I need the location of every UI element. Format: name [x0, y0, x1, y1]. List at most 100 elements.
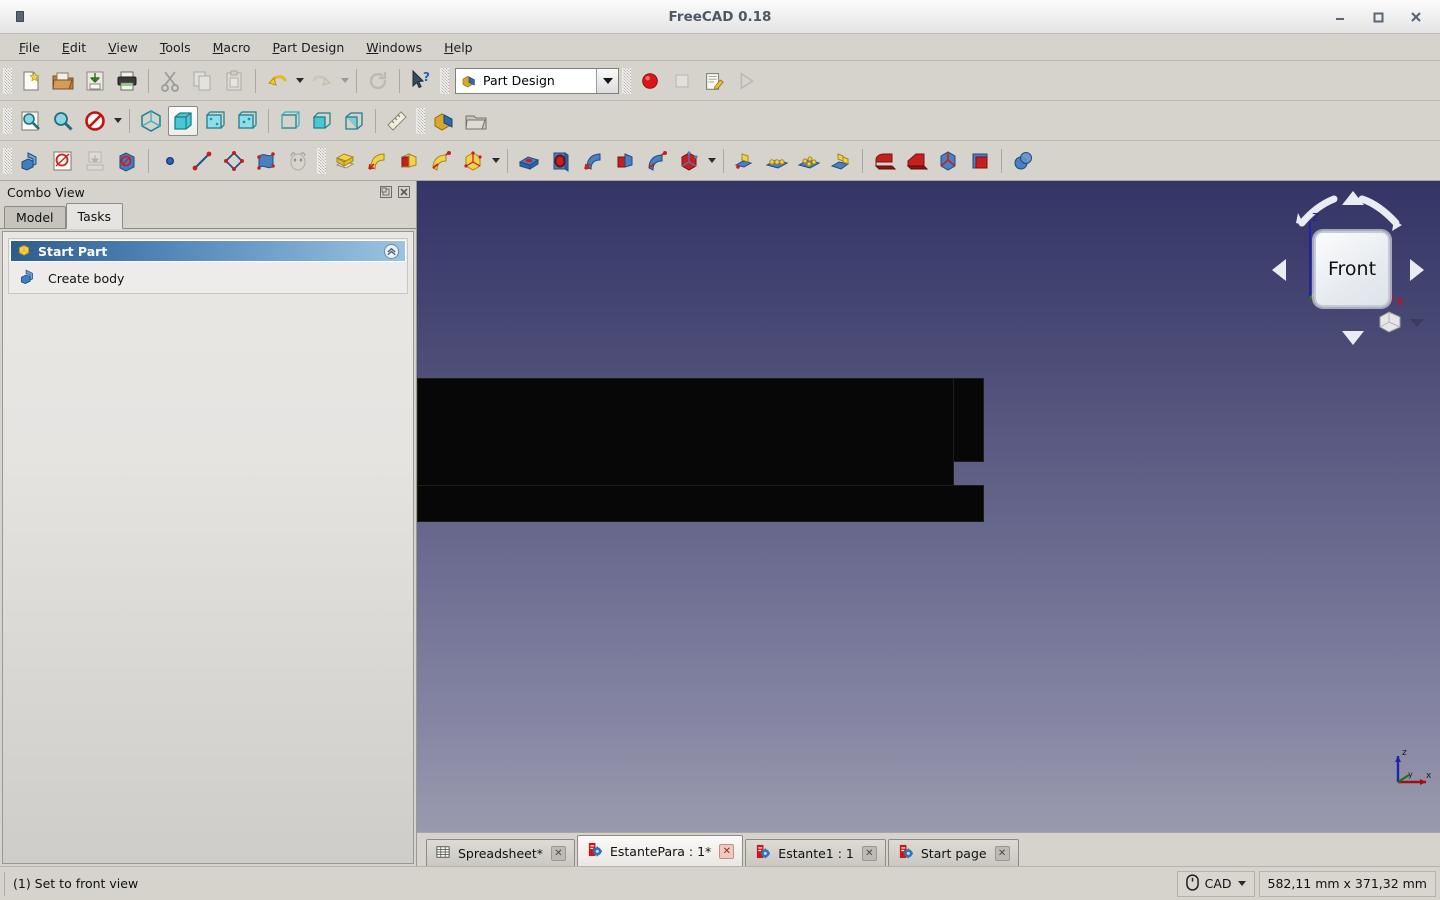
multi-transform-icon[interactable] — [826, 146, 856, 176]
task-item-create-body[interactable]: Create body — [9, 263, 407, 293]
doc-tab-estantepara[interactable]: EstantePara : 1* ✕ — [577, 835, 744, 866]
thickness-icon[interactable] — [965, 146, 995, 176]
copy-icon[interactable] — [187, 66, 217, 96]
task-group-header[interactable]: Start Part — [10, 240, 406, 262]
doc-tab-close-icon[interactable]: ✕ — [861, 845, 877, 861]
subtractive-pipe-icon[interactable] — [642, 146, 672, 176]
paste-icon[interactable] — [219, 66, 249, 96]
macro-record-icon[interactable] — [635, 66, 665, 96]
fit-selection-icon[interactable] — [48, 106, 78, 136]
close-icon[interactable] — [397, 186, 410, 199]
menu-view[interactable]: View — [97, 36, 149, 59]
doc-tab-start-page[interactable]: Start page ✕ — [887, 839, 1019, 866]
menu-edit[interactable]: Edit — [51, 36, 97, 59]
menu-help[interactable]: Help — [433, 36, 484, 59]
additive-toolbar-grip[interactable] — [317, 147, 326, 174]
create-part-icon[interactable] — [429, 106, 459, 136]
bottom-view-icon[interactable] — [307, 106, 337, 136]
chevron-down-icon[interactable] — [1237, 881, 1246, 886]
fillet-icon[interactable] — [869, 146, 899, 176]
boolean-operation-icon[interactable] — [1008, 146, 1038, 176]
navigation-cube[interactable]: z x Front — [1266, 185, 1430, 351]
3d-object-part-lower[interactable] — [417, 485, 984, 522]
doc-tab-close-icon[interactable]: ✕ — [994, 845, 1010, 861]
toolbar-grip-3[interactable] — [622, 67, 631, 94]
additive-box-icon[interactable] — [458, 146, 488, 176]
create-body-icon[interactable] — [16, 146, 46, 176]
additive-pipe-icon[interactable] — [426, 146, 456, 176]
create-line-icon[interactable] — [187, 146, 217, 176]
linear-pattern-icon[interactable] — [762, 146, 792, 176]
toolbar-grip-2[interactable] — [440, 67, 449, 94]
pocket-icon[interactable] — [514, 146, 544, 176]
macro-execute-icon[interactable] — [731, 66, 761, 96]
redo-dropdown-icon[interactable] — [338, 66, 351, 96]
create-point-icon[interactable] — [155, 146, 185, 176]
new-document-icon[interactable] — [16, 66, 46, 96]
create-sketch-icon[interactable] — [48, 146, 78, 176]
3d-canvas[interactable]: z x Front z x y — [417, 181, 1440, 832]
subtractive-dropdown-icon[interactable] — [705, 146, 718, 176]
menu-windows[interactable]: Windows — [355, 36, 433, 59]
undo-icon[interactable] — [262, 66, 292, 96]
validate-sketch-icon[interactable] — [112, 146, 142, 176]
view-toolbar-grip[interactable] — [3, 107, 12, 134]
macro-stop-icon[interactable] — [667, 66, 697, 96]
doc-tab-close-icon[interactable]: ✕ — [719, 843, 735, 859]
rear-view-icon[interactable] — [275, 106, 305, 136]
undock-icon[interactable] — [379, 186, 392, 199]
navigation-mode-selector[interactable]: CAD — [1176, 870, 1255, 897]
menu-part-design[interactable]: Part Design — [261, 36, 355, 59]
3d-view[interactable]: z x Front z x y Spreadsheet* ✕ EstantePa… — [416, 181, 1440, 866]
doc-tab-spreadsheet[interactable]: Spreadsheet* ✕ — [426, 839, 575, 866]
minimize-button[interactable] — [1332, 9, 1348, 25]
navcube-up-arrow-icon[interactable] — [1342, 191, 1364, 205]
partdesign-toolbar-grip[interactable] — [3, 147, 12, 174]
chevron-up-icon[interactable] — [384, 243, 399, 259]
fit-all-icon[interactable] — [16, 106, 46, 136]
menu-tools[interactable]: Tools — [149, 36, 202, 59]
redo-icon[interactable] — [307, 66, 337, 96]
draw-style-dropdown-icon[interactable] — [111, 106, 124, 136]
subtractive-box-icon[interactable] — [674, 146, 704, 176]
doc-tab-close-icon[interactable]: ✕ — [551, 845, 566, 861]
additive-dropdown-icon[interactable] — [489, 146, 502, 176]
attach-sketch-icon[interactable] — [80, 146, 110, 176]
right-view-icon[interactable] — [232, 106, 262, 136]
draft-icon[interactable] — [933, 146, 963, 176]
doc-tab-estante1[interactable]: Estante1 : 1 ✕ — [745, 839, 886, 866]
menu-macro[interactable]: Macro — [202, 36, 262, 59]
toolbar-grip[interactable] — [3, 67, 12, 94]
macro-edit-icon[interactable] — [699, 66, 729, 96]
mirrored-icon[interactable] — [730, 146, 760, 176]
tab-tasks[interactable]: Tasks — [65, 203, 124, 229]
navcube-down-arrow-icon[interactable] — [1342, 331, 1364, 345]
revolution-icon[interactable] — [362, 146, 392, 176]
hole-icon[interactable] — [546, 146, 576, 176]
groove-icon[interactable] — [578, 146, 608, 176]
isometric-view-icon[interactable] — [136, 106, 166, 136]
workbench-selector[interactable]: Part Design — [455, 67, 619, 94]
close-button[interactable] — [1408, 9, 1424, 25]
create-group-icon[interactable] — [461, 106, 491, 136]
create-bspline-icon[interactable] — [251, 146, 281, 176]
save-document-icon[interactable] — [80, 66, 110, 96]
open-document-icon[interactable] — [48, 66, 78, 96]
shape-binder-icon[interactable] — [283, 146, 313, 176]
subtractive-loft-icon[interactable] — [610, 146, 640, 176]
maximize-button[interactable] — [1370, 9, 1386, 25]
workbench-dropdown-icon[interactable] — [596, 68, 618, 93]
navcube-front-face[interactable]: Front — [1314, 231, 1390, 307]
top-view-icon[interactable] — [200, 106, 230, 136]
tab-model[interactable]: Model — [4, 206, 66, 228]
menu-file[interactable]: File — [8, 36, 51, 59]
undo-dropdown-icon[interactable] — [293, 66, 306, 96]
draw-style-icon[interactable] — [80, 106, 110, 136]
navcube-right-arrow-icon[interactable] — [1410, 259, 1424, 281]
refresh-icon[interactable] — [363, 66, 393, 96]
polar-pattern-icon[interactable] — [794, 146, 824, 176]
navcube-left-arrow-icon[interactable] — [1272, 259, 1286, 281]
additive-loft-icon[interactable] — [394, 146, 424, 176]
create-polyline-icon[interactable] — [219, 146, 249, 176]
measure-icon[interactable] — [382, 106, 412, 136]
